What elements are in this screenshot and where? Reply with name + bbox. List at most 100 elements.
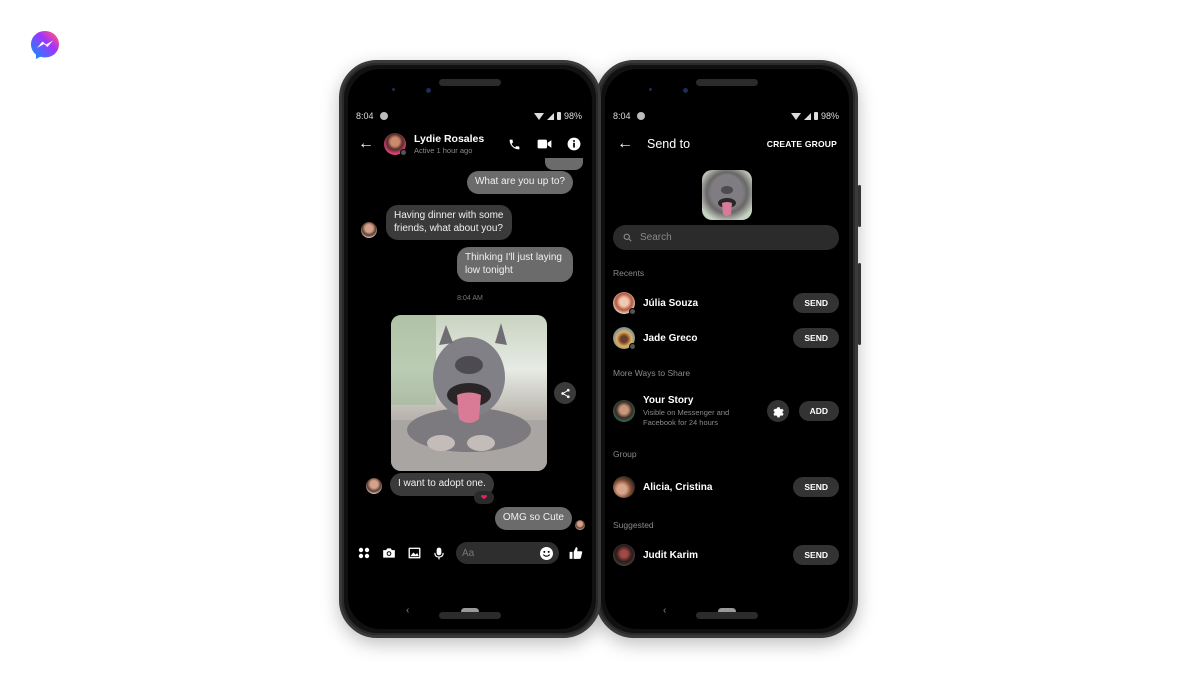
message-bubble-sent[interactable]: What are you up to? [466,171,573,194]
apps-icon[interactable] [356,545,372,561]
contact-status: Active 1 hour ago [414,146,473,155]
phone-bezel: 8:04 98% ← Lydie Rosales Active 1 hour a… [348,69,592,629]
battery-level: 98% [563,111,582,121]
back-arrow-icon[interactable]: ← [617,135,637,153]
info-icon[interactable] [566,136,582,152]
battery-level: 98% [820,111,839,121]
section-label-suggested: Suggested [613,520,654,530]
presence-dot [629,343,636,350]
read-receipt-avatar [575,520,585,530]
message-bubble-received[interactable]: Having dinner with some friends, what ab… [386,205,512,240]
phone-chat: 8:04 98% ← Lydie Rosales Active 1 hour a… [339,60,601,638]
back-arrow-icon[interactable]: ← [358,135,378,153]
add-story-button[interactable]: ADD [798,401,839,421]
share-button[interactable] [554,382,576,404]
contact-avatar [613,544,635,566]
signal-icon [803,112,811,120]
sender-avatar [361,222,377,238]
contact-avatar [613,327,636,350]
send-button[interactable]: SEND [793,545,839,565]
message-bubble-partial[interactable] [545,158,583,170]
send-button[interactable]: SEND [793,293,839,313]
shared-photo-preview [702,170,752,220]
earpiece [696,79,758,86]
bottom-speaker [439,612,501,619]
message-input[interactable]: Aa [456,542,559,564]
messenger-notification-icon [379,112,388,120]
story-title: Your Story [643,395,694,406]
message-composer: Aa [356,542,584,564]
search-input[interactable]: Search [613,225,839,250]
story-description-line2: Facebook for 24 hours [643,417,719,427]
wifi-icon [790,112,801,120]
sensor [649,88,652,91]
thumbs-up-icon[interactable] [568,545,584,561]
create-group-button[interactable]: CREATE GROUP [767,139,837,149]
messenger-notification-icon [636,112,645,120]
signal-icon [546,112,554,120]
wifi-icon [533,112,544,120]
video-camera-icon[interactable] [536,136,552,152]
contact-row: Júlia Souza SEND [613,290,839,316]
story-avatar [613,400,635,422]
messenger-logo-icon [31,31,59,59]
status-bar: 8:04 98% [613,109,839,123]
group-avatar [613,476,635,498]
phone-bezel: 8:04 98% ← Send to CREATE GROUP Search R… [605,69,849,629]
contact-row: Judit Karim SEND [613,542,839,568]
contact-name: Lydie Rosales [414,133,485,145]
chat-header: ← Lydie Rosales Active 1 hour ago [350,129,590,159]
bottom-speaker [696,612,758,619]
microphone-icon[interactable] [431,545,447,561]
gallery-icon[interactable] [406,545,422,561]
contact-avatar[interactable] [384,133,407,156]
send-to-screen: 8:04 98% ← Send to CREATE GROUP Search R… [607,103,847,616]
battery-icon [556,112,561,120]
gear-icon [773,406,784,417]
dog-image [391,315,547,471]
camera-icon[interactable] [381,545,397,561]
front-camera [426,88,431,93]
heart-reaction[interactable]: ❤ [474,491,494,504]
page-title: Send to [647,137,691,151]
presence-dot [400,149,407,156]
status-time: 8:04 [356,111,374,121]
emoji-icon[interactable] [540,546,553,560]
shared-photo[interactable] [391,315,547,471]
group-row: Alicia, Cristina SEND [613,474,839,500]
volume-button [858,263,861,345]
send-button[interactable]: SEND [793,328,839,348]
story-description-line1: Visible on Messenger and [643,408,730,417]
chat-screen: 8:04 98% ← Lydie Rosales Active 1 hour a… [350,103,590,616]
search-icon [623,233,632,242]
nav-back-button[interactable]: ‹ [663,605,666,616]
status-bar: 8:04 98% [356,109,582,123]
contact-name: Júlia Souza [643,297,699,309]
group-name: Alicia, Cristina [643,481,713,493]
message-bubble-sent[interactable]: Thinking I'll just laying low tonight [457,247,573,282]
share-icon [560,388,570,398]
phone-icon[interactable] [506,136,522,152]
section-label-group: Group [613,449,637,459]
story-row: Your Story Visible on Messenger and Face… [613,393,839,429]
contact-row: Jade Greco SEND [613,325,839,351]
message-input-placeholder: Aa [462,547,475,559]
battery-icon [813,112,818,120]
nav-back-button[interactable]: ‹ [406,605,409,616]
send-button[interactable]: SEND [793,477,839,497]
sender-avatar [366,478,382,494]
contact-name: Judit Karim [643,549,699,561]
message-bubble-sent[interactable]: OMG so Cute [494,507,572,530]
status-time: 8:04 [613,111,631,121]
power-button [858,185,861,227]
contact-avatar [613,292,636,315]
contact-name: Jade Greco [643,332,698,344]
story-settings-button[interactable] [766,400,789,422]
earpiece [439,79,501,86]
contact-info[interactable]: Lydie Rosales Active 1 hour ago [414,133,484,155]
send-to-header: ← Send to CREATE GROUP [607,129,847,159]
sensor [392,88,395,91]
front-camera [683,88,688,93]
search-placeholder: Search [640,232,672,243]
section-label-recents: Recents [613,268,645,278]
